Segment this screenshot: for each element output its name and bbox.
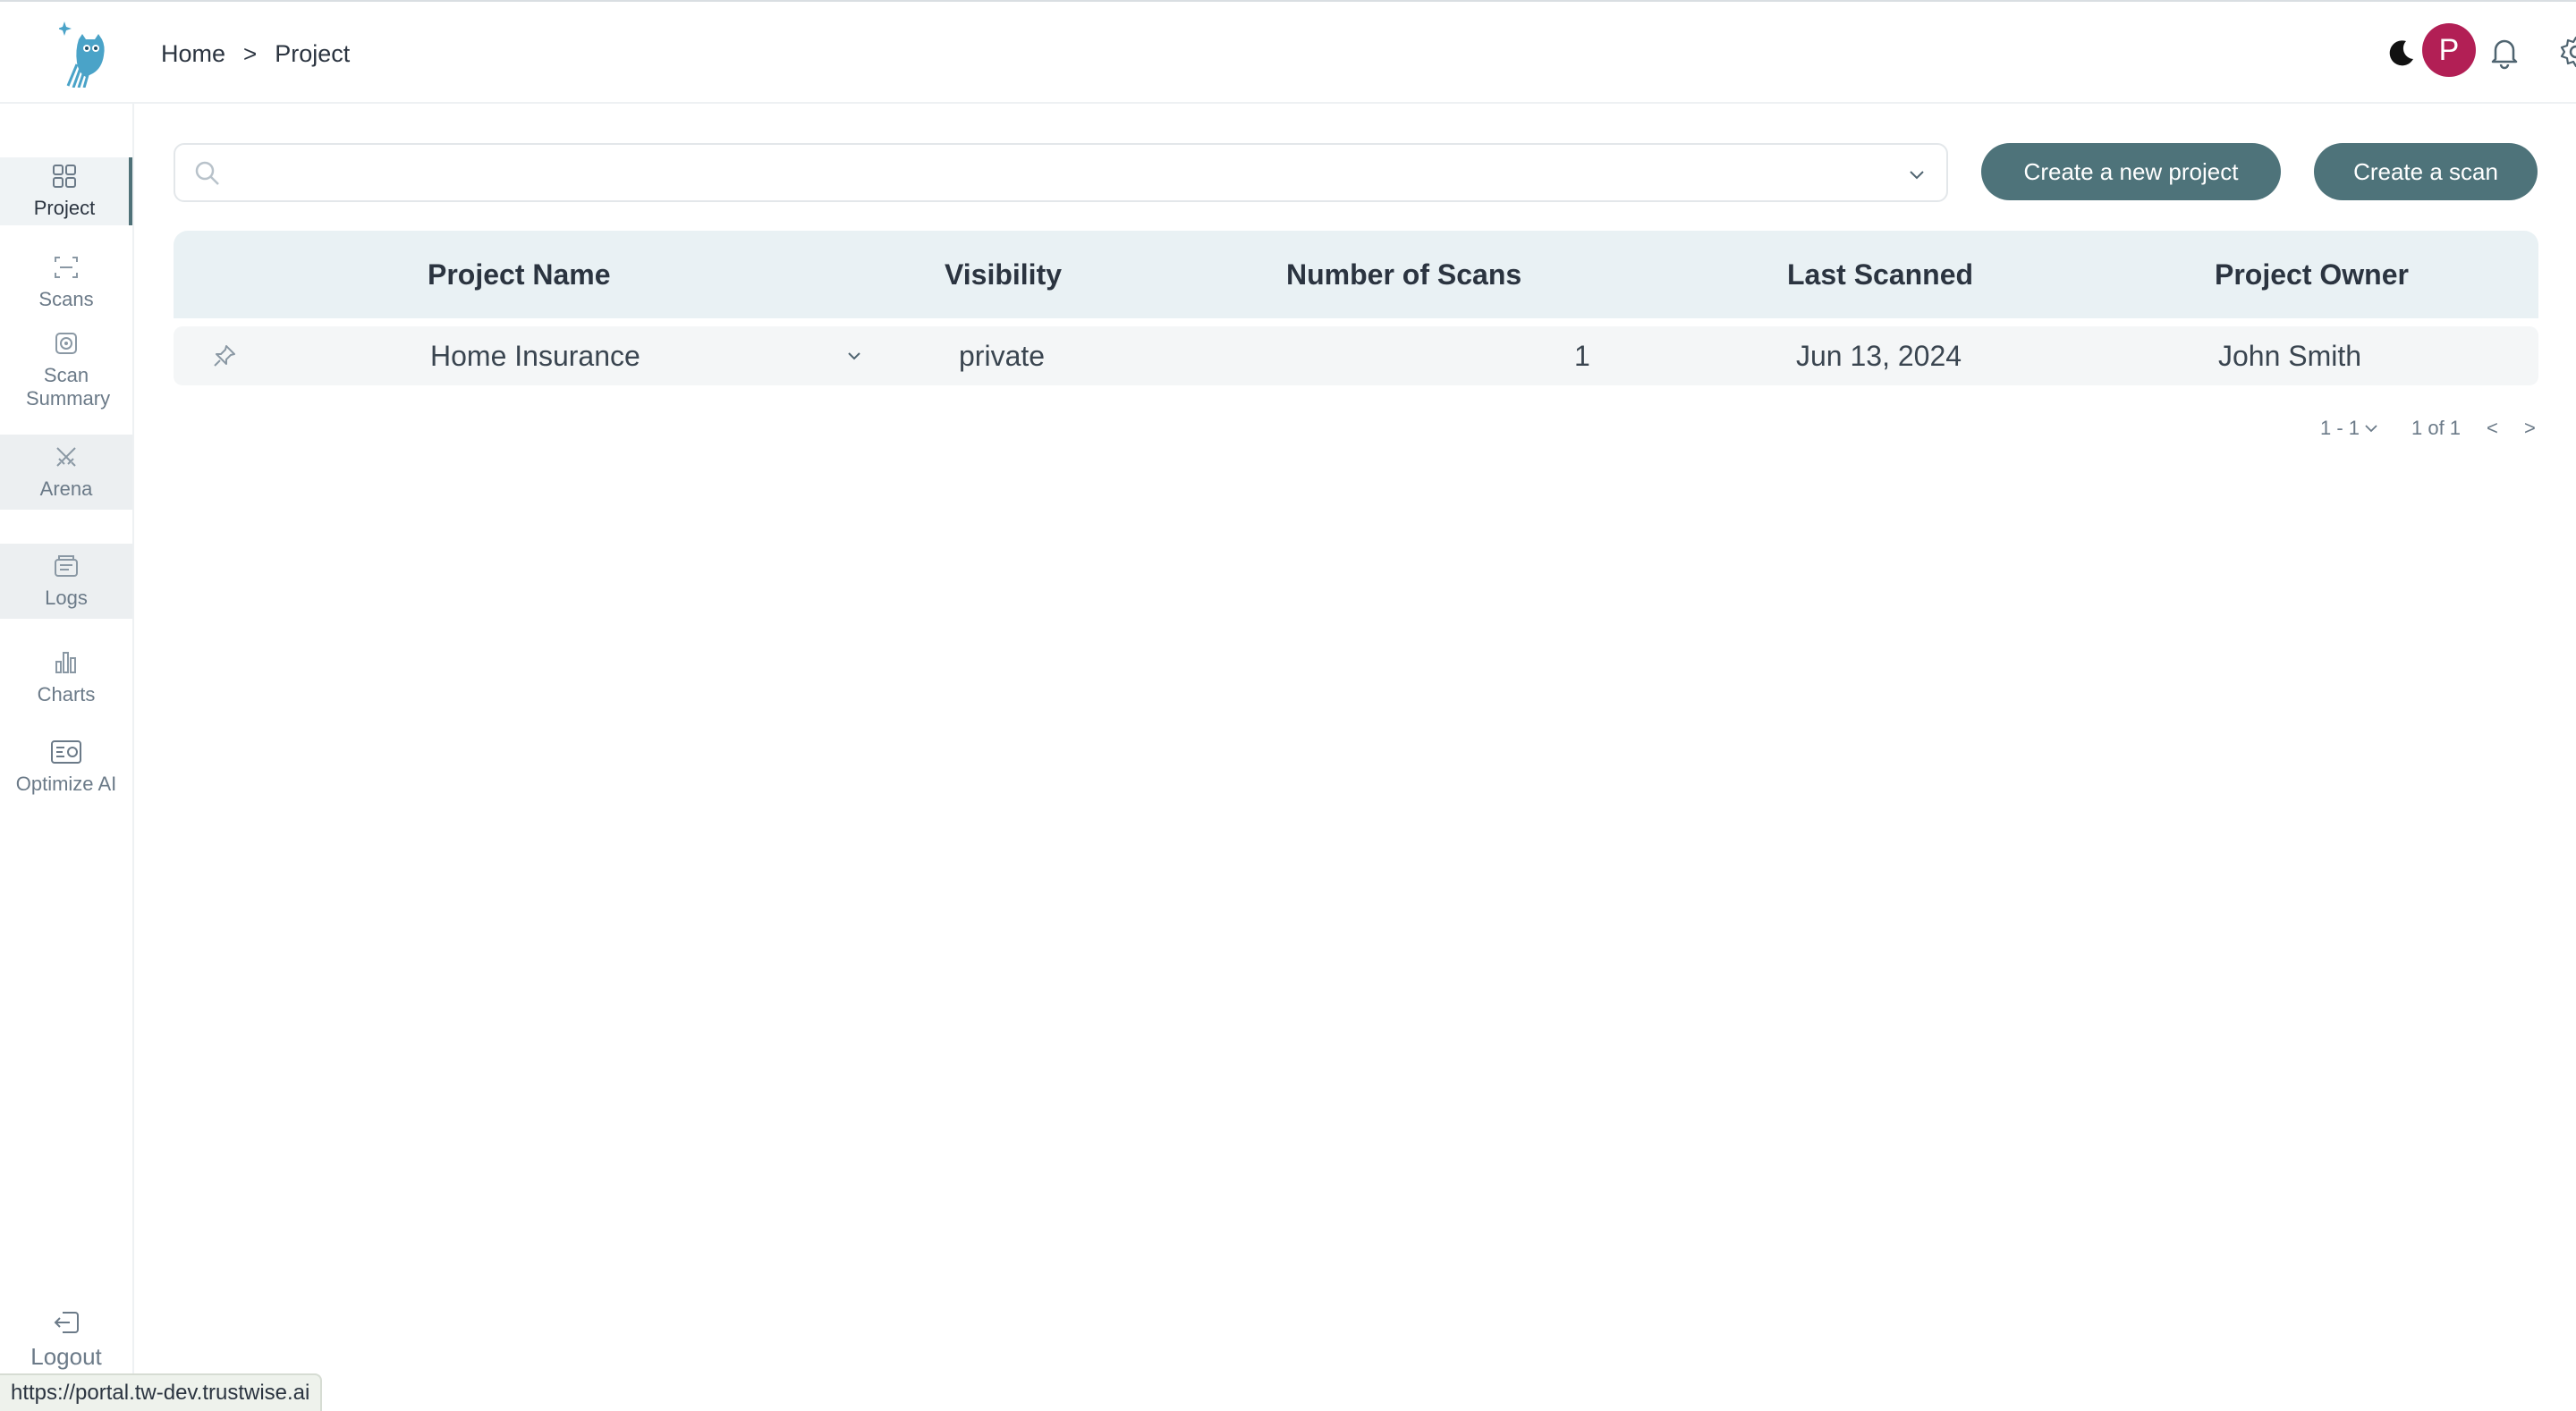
create-project-button[interactable]: Create a new project [1981, 143, 2281, 200]
sidebar-item-label: Charts [37, 683, 96, 706]
sidebar-item-scan-summary[interactable]: Scan Summary [0, 325, 132, 415]
search-input[interactable] [229, 152, 1893, 193]
logs-icon [55, 555, 78, 577]
breadcrumb-separator: > [243, 39, 258, 67]
search-icon [195, 161, 219, 185]
last-scanned-cell: Jun 13, 2024 [1796, 339, 1962, 372]
swords-icon [56, 447, 76, 467]
notifications-bell-icon[interactable] [2485, 32, 2524, 72]
column-header-last-scanned[interactable]: Last Scanned [1787, 231, 1973, 318]
sidebar-item-label: Arena [39, 477, 93, 500]
sidebar: Project Scans Scan Summary Arena Logs Ch… [0, 104, 134, 1411]
top-header: Home > Project P [0, 2, 2576, 104]
sidebar-item-arena[interactable]: Arena [0, 435, 132, 510]
table-header: Project Name Visibility Number of Scans … [174, 231, 2538, 318]
scan-icon [55, 257, 78, 278]
column-header-visibility[interactable]: Visibility [945, 231, 1062, 318]
breadcrumb-home[interactable]: Home [161, 40, 225, 68]
page-range: 1 of 1 [2411, 417, 2462, 439]
sidebar-item-logs[interactable]: Logs [0, 544, 132, 619]
visibility-cell: private [959, 339, 1046, 372]
sidebar-item-label: Project [33, 197, 96, 219]
status-bar-url: https://portal.tw-dev.trustwise.ai [0, 1373, 323, 1411]
column-header-number-of-scans[interactable]: Number of Scans [1286, 231, 1521, 318]
sidebar-item-label: Scan Summary [26, 364, 111, 410]
project-owner-cell: John Smith [2218, 339, 2362, 372]
sidebar-item-charts[interactable]: Charts [0, 640, 132, 715]
search-bar[interactable] [174, 143, 1948, 202]
breadcrumb: Home > Project [161, 36, 350, 72]
sidebar-item-project[interactable]: Project [0, 157, 132, 225]
user-avatar[interactable]: P [2422, 23, 2476, 77]
chevron-down-icon [2365, 425, 2377, 433]
logout-icon [54, 1312, 79, 1333]
logout-button[interactable]: Logout [0, 1309, 132, 1371]
breadcrumb-current: Project [275, 39, 351, 67]
column-header-project-name[interactable]: Project Name [428, 231, 611, 318]
sidebar-item-label: Scans [38, 288, 94, 310]
sidebar-item-label: Logs [45, 587, 88, 609]
chevron-down-icon[interactable] [1907, 165, 1927, 184]
bar-chart-icon [55, 652, 76, 673]
scan-summary-icon [55, 333, 77, 354]
sidebar-item-scans[interactable]: Scans [0, 247, 132, 318]
page-size-select[interactable]: 1 - 1 [2320, 415, 2379, 442]
grid-icon [53, 165, 76, 188]
sidebar-item-optimize-ai[interactable]: Optimize AI [0, 730, 132, 805]
page-size-value: 1 - 1 [2320, 417, 2360, 439]
prev-page-button[interactable]: < [2487, 415, 2498, 442]
trustwise-owl-logo-icon[interactable] [59, 20, 109, 88]
project-name-cell[interactable]: Home Insurance [430, 326, 640, 385]
settings-gear-icon[interactable] [2556, 32, 2576, 72]
next-page-button[interactable]: > [2524, 415, 2536, 442]
dark-mode-moon-icon[interactable] [2381, 32, 2420, 72]
table-row[interactable]: Home Insurance private 1 Jun 13, 2024 Jo… [174, 326, 2538, 385]
chevron-down-icon[interactable] [844, 346, 864, 366]
optimize-icon [51, 740, 81, 764]
sidebar-item-label: Optimize AI [15, 773, 117, 795]
column-header-project-owner[interactable]: Project Owner [2215, 231, 2409, 318]
logout-label: Logout [30, 1343, 102, 1370]
number-of-scans-cell: 1 [1574, 339, 1590, 372]
pin-icon[interactable] [211, 342, 238, 369]
create-scan-button[interactable]: Create a scan [2314, 143, 2538, 200]
